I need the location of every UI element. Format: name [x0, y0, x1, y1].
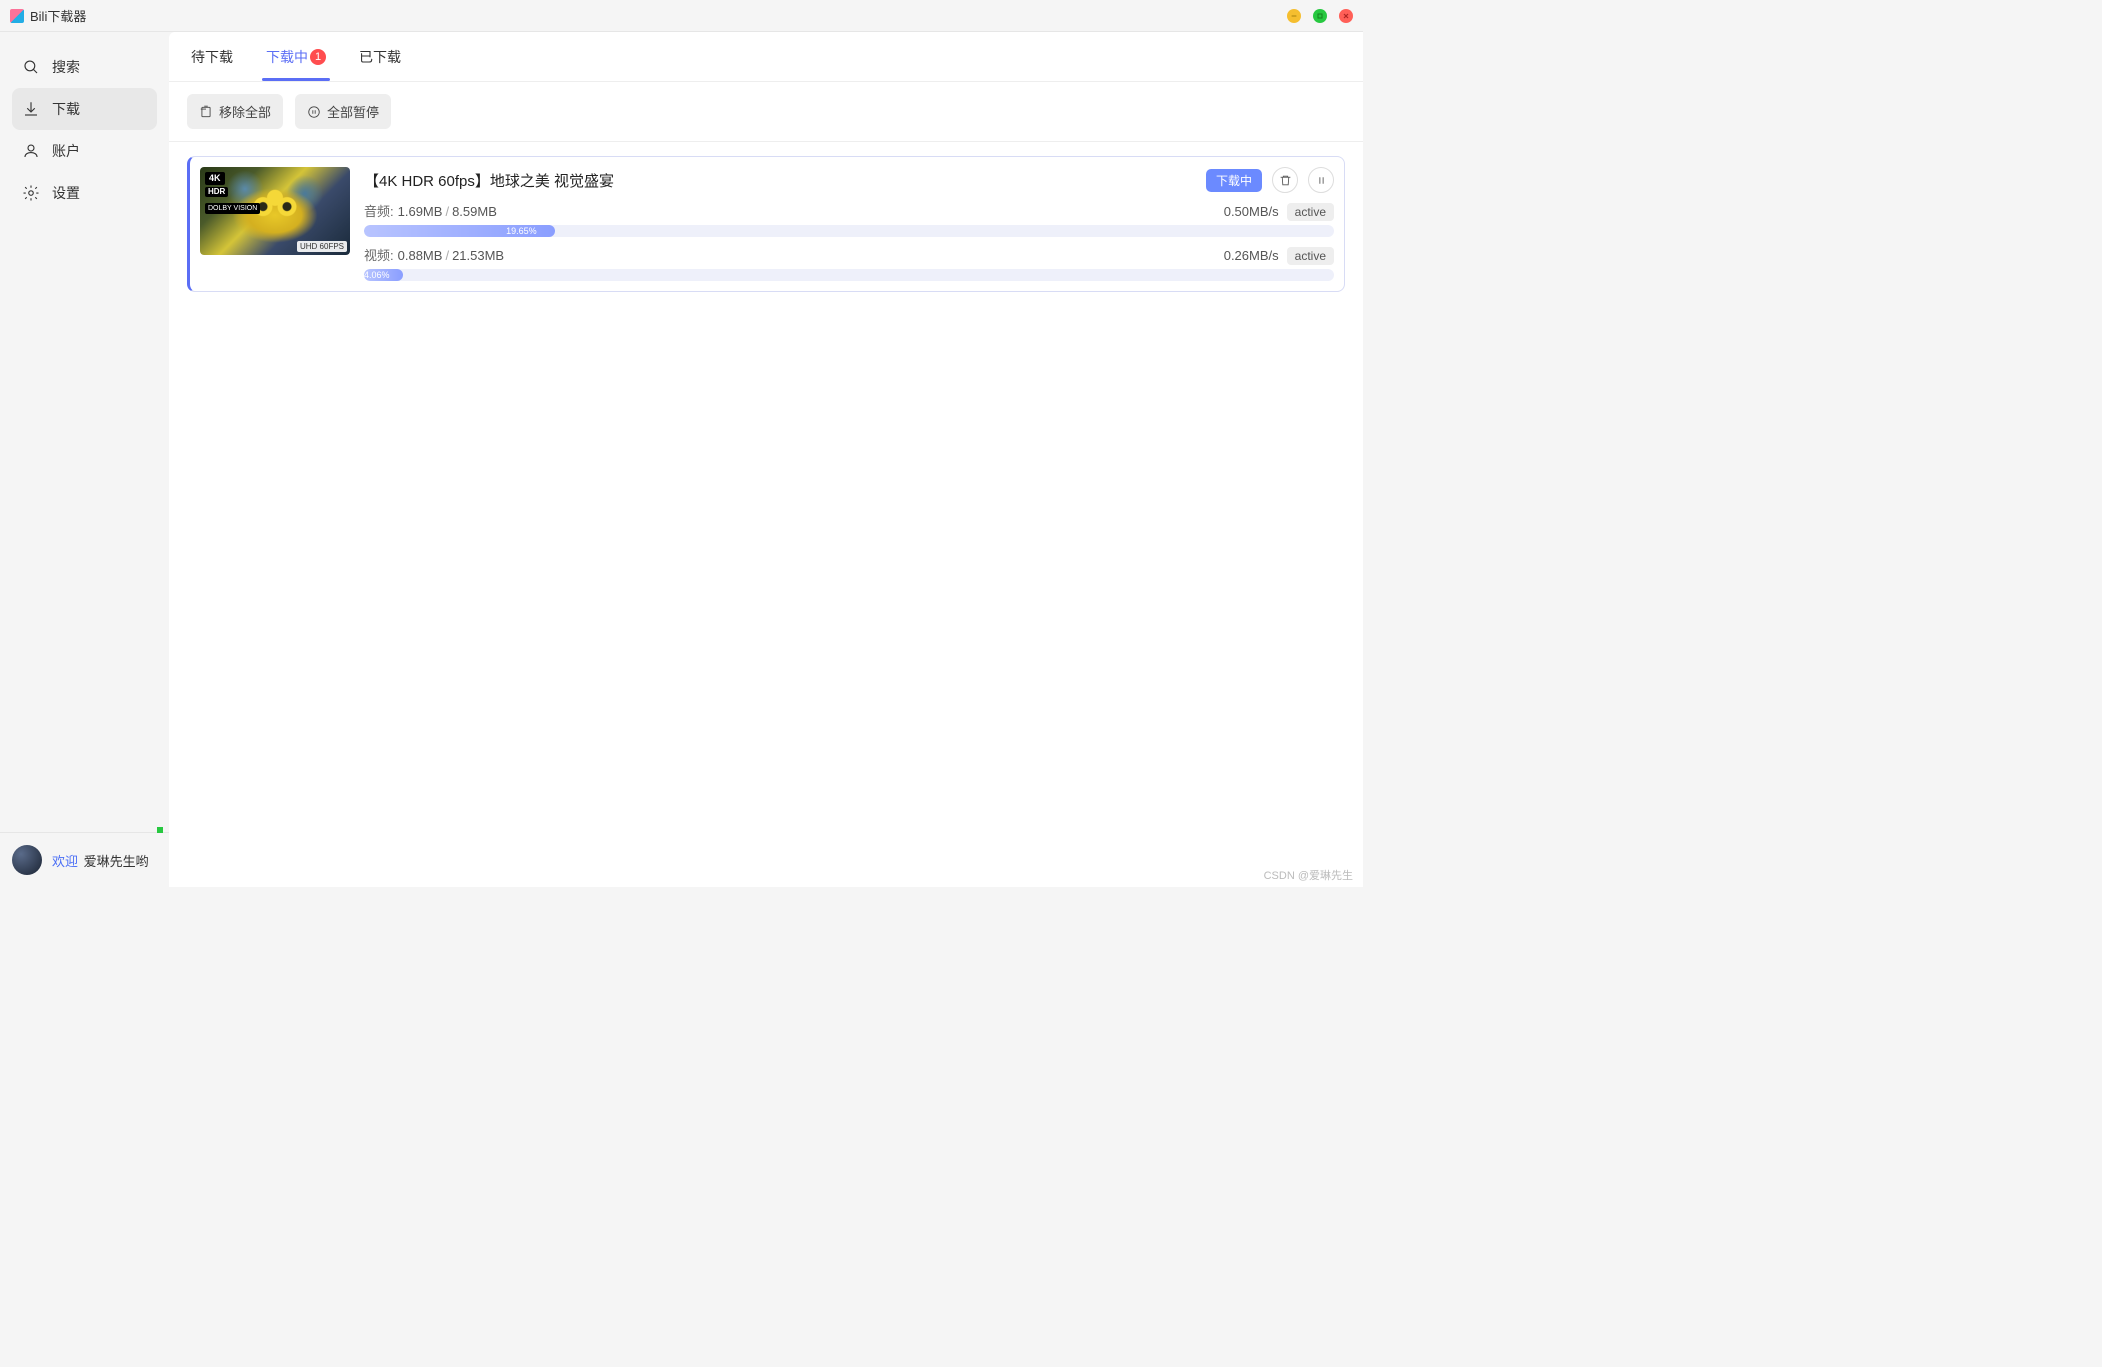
download-title: 【4K HDR 60fps】地球之美 视觉盛宴 [364, 170, 1196, 191]
track-state: active [1287, 247, 1334, 265]
gear-icon [22, 184, 40, 202]
track-sizes: 0.88MB/21.53MB [398, 248, 504, 263]
app-logo-icon [10, 9, 24, 23]
track-video: 视频: 0.88MB/21.53MB 0.26MB/s active 4.06% [364, 245, 1334, 281]
tab-badge: 1 [310, 49, 326, 65]
avatar[interactable] [12, 845, 42, 875]
progress-percent: 4.06% [364, 269, 394, 281]
button-label: 全部暂停 [327, 102, 379, 121]
close-button[interactable] [1339, 9, 1353, 23]
button-label: 移除全部 [219, 102, 271, 121]
tab-pending[interactable]: 待下载 [187, 33, 237, 81]
pause-button[interactable] [1308, 167, 1334, 193]
track-sizes: 1.69MB/8.59MB [398, 204, 497, 219]
track-speed: 0.26MB/s [1224, 248, 1279, 263]
sidebar: 搜索 下载 账户 设置 欢迎 爱琳先生哟 [0, 32, 169, 887]
progress-percent: 19.65% [506, 225, 541, 237]
tab-completed[interactable]: 已下载 [355, 33, 405, 81]
trash-icon [1279, 174, 1292, 187]
user-icon [22, 142, 40, 160]
progress-bar: 19.65% [364, 225, 1334, 237]
watermark: CSDN @爱琳先生 [1264, 867, 1353, 883]
delete-button[interactable] [1272, 167, 1298, 193]
sidebar-item-settings[interactable]: 设置 [12, 172, 157, 214]
sidebar-footer: 欢迎 爱琳先生哟 [0, 832, 169, 887]
sidebar-item-label: 搜索 [52, 57, 80, 77]
maximize-button[interactable] [1313, 9, 1327, 23]
remove-all-button[interactable]: 移除全部 [187, 94, 283, 129]
tabs: 待下载 下载中 1 已下载 [169, 32, 1363, 82]
track-label: 视频: [364, 245, 394, 264]
remove-icon [199, 105, 213, 119]
sidebar-item-label: 下载 [52, 99, 80, 119]
track-label: 音频: [364, 201, 394, 220]
badge-hdr: HDR [205, 187, 228, 197]
sidebar-item-download[interactable]: 下载 [12, 88, 157, 130]
window-title: Bili下载器 [30, 6, 86, 25]
badge-dolby: DOLBY VISION [205, 203, 260, 214]
search-icon [22, 58, 40, 76]
toolbar: 移除全部 全部暂停 [169, 82, 1363, 142]
status-chip: 下载中 [1206, 169, 1262, 192]
sidebar-item-label: 账户 [52, 141, 80, 161]
track-audio: 音频: 1.69MB/8.59MB 0.50MB/s active 19.65% [364, 201, 1334, 237]
minimize-button[interactable] [1287, 9, 1301, 23]
greeting-text: 欢迎 爱琳先生哟 [52, 851, 149, 870]
pause-icon [307, 105, 321, 119]
badge-4k: 4K [205, 172, 225, 185]
pause-all-button[interactable]: 全部暂停 [295, 94, 391, 129]
progress-bar: 4.06% [364, 269, 1334, 281]
status-indicator-icon [157, 827, 163, 833]
sidebar-item-search[interactable]: 搜索 [12, 46, 157, 88]
sidebar-item-account[interactable]: 账户 [12, 130, 157, 172]
download-icon [22, 100, 40, 118]
main-content: 待下载 下载中 1 已下载 移除全部 全部暂停 [169, 32, 1363, 887]
tab-label: 待下载 [191, 47, 233, 67]
badge-fps: UHD 60FPS [297, 241, 347, 252]
tab-label: 已下载 [359, 47, 401, 67]
track-speed: 0.50MB/s [1224, 204, 1279, 219]
download-item: 4K HDR DOLBY VISION UHD 60FPS 【4K HDR 60… [187, 156, 1345, 292]
sidebar-item-label: 设置 [52, 183, 80, 203]
tab-downloading[interactable]: 下载中 1 [262, 33, 330, 81]
track-state: active [1287, 203, 1334, 221]
thumbnail[interactable]: 4K HDR DOLBY VISION UHD 60FPS [200, 167, 350, 255]
tab-label: 下载中 [266, 47, 308, 67]
download-list: 4K HDR DOLBY VISION UHD 60FPS 【4K HDR 60… [169, 142, 1363, 887]
pause-icon [1315, 174, 1328, 187]
titlebar: Bili下载器 [0, 0, 1363, 32]
